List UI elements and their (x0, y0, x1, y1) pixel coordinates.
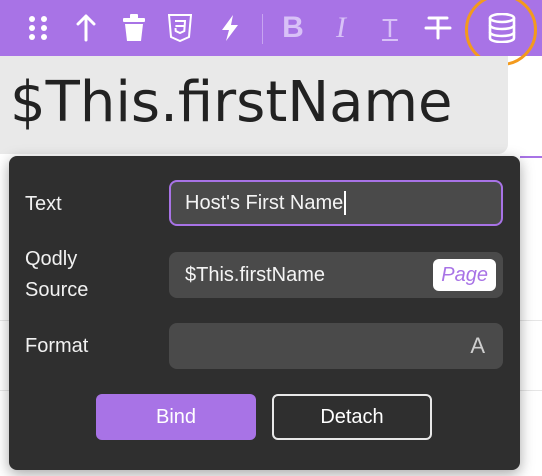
trash-icon (123, 14, 145, 41)
detach-button[interactable]: Detach (272, 394, 432, 440)
bold-icon: B (282, 11, 304, 44)
text-caret (344, 191, 347, 215)
bold-button[interactable]: B (273, 8, 313, 48)
italic-button[interactable]: I (321, 8, 361, 48)
move-up-button[interactable] (66, 8, 106, 48)
delete-button[interactable] (114, 8, 154, 48)
format-label: Format (25, 335, 89, 357)
element-text: $This.firstName (10, 70, 453, 135)
source-label-line2: Source (25, 279, 89, 301)
text-style-button[interactable]: T (370, 8, 410, 48)
text-input[interactable]: Host's First Name (169, 180, 503, 226)
lightning-icon (222, 15, 238, 41)
strikethrough-button[interactable] (418, 8, 458, 48)
bind-button[interactable]: Bind (96, 394, 256, 440)
text-style-icon: T (382, 12, 398, 43)
binding-popover: Text Host's First Name Qodly Source $Thi… (9, 156, 520, 470)
text-label: Text (25, 193, 62, 215)
events-button[interactable] (210, 8, 250, 48)
strikethrough-icon (424, 16, 452, 40)
css-icon (168, 14, 192, 42)
scope-badge[interactable]: Page (433, 259, 496, 291)
toolbar-separator (262, 14, 263, 44)
drag-handle-icon (29, 16, 47, 40)
text-input-value: Host's First Name (185, 191, 344, 214)
format-icon: A (470, 333, 485, 358)
source-label-line1: Qodly (25, 248, 78, 270)
italic-icon: I (336, 11, 346, 44)
drag-handle-button[interactable] (18, 8, 58, 48)
format-input[interactable]: A (169, 323, 503, 369)
canvas-selection-edge (520, 156, 542, 158)
css-button[interactable] (160, 8, 200, 48)
move-up-icon (76, 14, 96, 42)
source-input-value: $This.firstName (185, 263, 326, 286)
element-toolbar: B I T (0, 0, 542, 66)
source-input[interactable]: $This.firstName Page (169, 252, 503, 298)
